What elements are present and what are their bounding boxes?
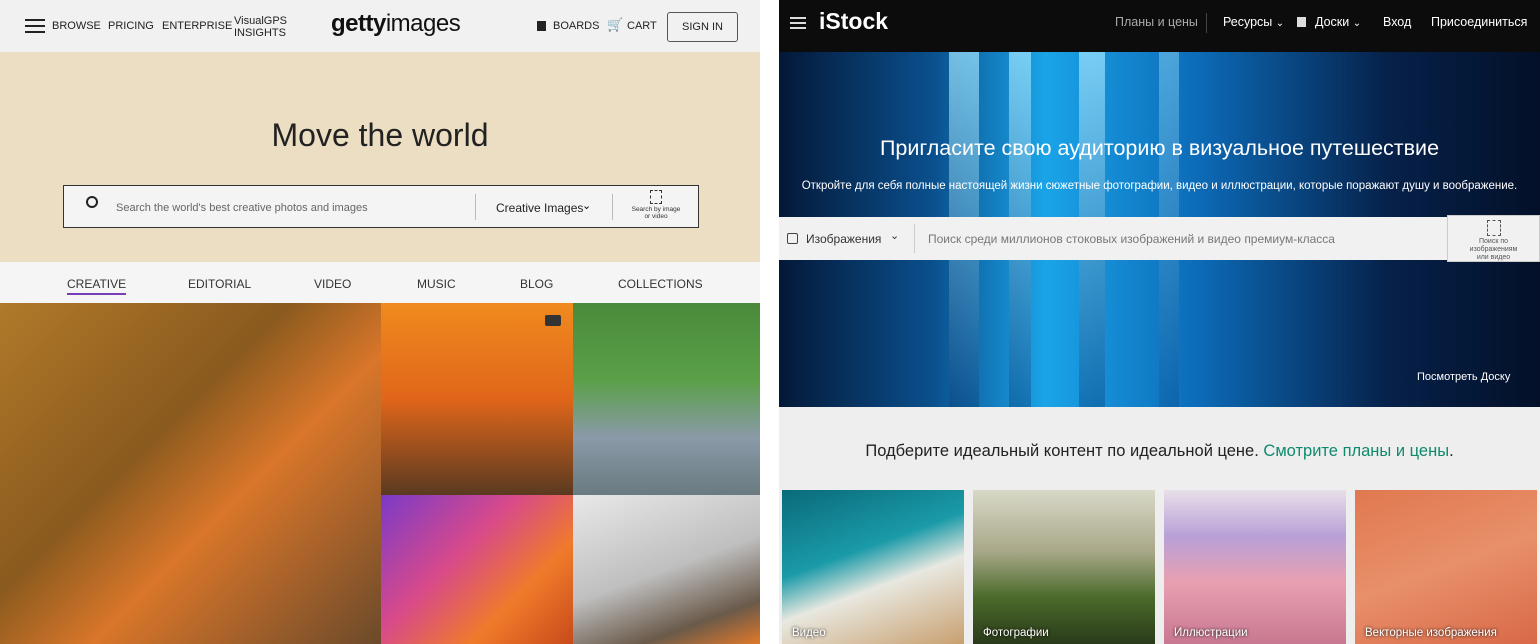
divider (1206, 13, 1207, 33)
visualgps-label: VisualGPS (234, 15, 287, 27)
card-label: Фотографии (983, 627, 1049, 639)
image-icon (787, 233, 798, 244)
chevron-down-icon: ⌄ (582, 200, 592, 212)
plans-link[interactable]: Смотрите планы и цены (1263, 442, 1449, 460)
chevron-down-icon: ⌄ (1352, 18, 1362, 29)
search-type-dropdown[interactable]: Creative Images (496, 201, 583, 215)
tab-blog[interactable]: BLOG (520, 277, 553, 291)
nav-plans[interactable]: Планы и цены (1115, 15, 1198, 29)
getty-images-page: BROWSE PRICING ENTERPRISE VisualGPS INSIG… (0, 0, 760, 644)
divider (612, 194, 613, 220)
video-camera-icon (545, 315, 561, 326)
tab-video[interactable]: VIDEO (314, 277, 351, 291)
boards-icon (537, 21, 546, 31)
tab-creative[interactable]: CREATIVE (67, 277, 127, 295)
card-photos[interactable]: Фотографии (973, 490, 1155, 644)
image-tile-mosque[interactable] (381, 303, 573, 495)
nav-boards[interactable]: BOARDS (553, 20, 599, 32)
visual-search-label: Поиск по изображениям или видео (1469, 238, 1518, 261)
chevron-down-icon: ⌄ (890, 230, 900, 242)
nav-browse[interactable]: BROWSE (52, 20, 101, 32)
istock-header: iStock Планы и цены Ресурсы ⌄ Доски ⌄ Вх… (779, 0, 1540, 52)
getty-hero (0, 52, 760, 262)
menu-icon[interactable] (790, 17, 806, 29)
getty-header: BROWSE PRICING ENTERPRISE VisualGPS INSIG… (0, 0, 760, 52)
image-search-icon (650, 190, 662, 204)
menu-icon[interactable] (25, 19, 45, 33)
nav-join[interactable]: Присоединиться (1431, 15, 1527, 29)
tab-music[interactable]: MUSIC (417, 277, 456, 291)
search-bar: Search the world's best creative photos … (63, 185, 699, 228)
card-label: Иллюстрации (1174, 627, 1248, 639)
tab-collections[interactable]: COLLECTIONS (618, 277, 703, 291)
card-illustrations[interactable]: Иллюстрации (1164, 490, 1346, 644)
istock-page: iStock Планы и цены Ресурсы ⌄ Доски ⌄ Вх… (779, 0, 1540, 644)
image-tile-couple[interactable] (0, 303, 381, 644)
visual-search-label-2: or video (644, 213, 668, 220)
getty-logo[interactable]: gettyimages (331, 10, 461, 38)
istock-logo[interactable]: iStock (819, 8, 888, 35)
nav-boards[interactable]: Доски ⌄ (1315, 15, 1361, 29)
nav-visualgps[interactable]: VisualGPS INSIGHTS (234, 15, 287, 39)
visual-search-label: Search by image (631, 206, 681, 213)
insights-label: INSIGHTS (234, 27, 286, 39)
search-input[interactable]: Поиск среди миллионов стоковых изображен… (928, 232, 1335, 246)
nav-pricing[interactable]: PRICING (108, 20, 154, 32)
view-board-link[interactable]: Посмотреть Доску (1417, 371, 1510, 383)
boards-icon (1297, 17, 1306, 27)
nav-enterprise[interactable]: ENTERPRISE (162, 20, 232, 32)
hero-title: Move the world (271, 117, 489, 153)
hero-title: Пригласите свою аудиторию в визуальное п… (879, 136, 1440, 160)
sign-in-button[interactable]: SIGN IN (667, 12, 738, 42)
image-tile-worker[interactable] (573, 495, 760, 644)
card-vectors[interactable]: Векторные изображения (1355, 490, 1537, 644)
card-video[interactable]: Видео (782, 490, 964, 644)
nav-login[interactable]: Вход (1383, 15, 1411, 29)
boards-label: Доски (1315, 15, 1350, 29)
logo-light: images (385, 10, 461, 37)
search-bar: Изображения ⌄ Поиск среди миллионов сток… (779, 217, 1447, 260)
divider (475, 194, 476, 220)
divider (914, 224, 915, 253)
category-tabs: CREATIVE EDITORIAL VIDEO MUSIC BLOG COLL… (0, 262, 760, 303)
card-label: Векторные изображения (1365, 627, 1497, 639)
promo-text: Подберите идеальный контент по идеальной… (865, 442, 1454, 460)
image-tile-abstract[interactable] (381, 495, 573, 644)
card-label: Видео (792, 627, 826, 639)
search-type-dropdown[interactable]: Изображения (806, 232, 881, 246)
nav-cart[interactable]: CART (627, 20, 657, 32)
search-icon[interactable] (86, 196, 98, 208)
resources-label: Ресурсы (1223, 15, 1273, 29)
image-tile-cyclists[interactable] (573, 303, 760, 495)
search-input[interactable]: Search the world's best creative photos … (116, 202, 368, 214)
nav-resources[interactable]: Ресурсы ⌄ (1223, 15, 1284, 29)
image-search-icon (1486, 220, 1501, 236)
chevron-down-icon: ⌄ (1275, 18, 1285, 29)
visual-search-button[interactable]: Поиск по изображениям или видео (1447, 215, 1540, 262)
logo-bold: getty (331, 10, 386, 37)
hero-subtitle: Откройте для себя полные настоящей жизни… (801, 180, 1518, 192)
visual-search-button[interactable]: Search by image or video (626, 190, 686, 220)
tab-editorial[interactable]: EDITORIAL (188, 277, 251, 291)
promo-message: Подберите идеальный контент по идеальной… (865, 442, 1259, 460)
cart-icon: 🛒 (607, 17, 624, 32)
